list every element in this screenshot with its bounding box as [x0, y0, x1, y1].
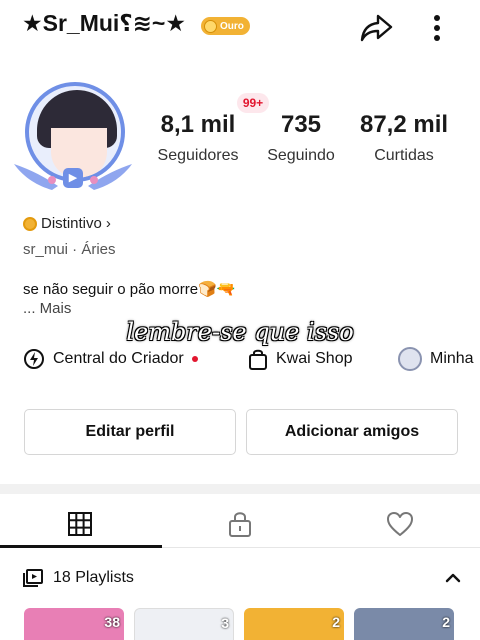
section-divider — [0, 484, 480, 494]
profile-username: ★Sr_Mui⸮≋~★ — [22, 10, 186, 36]
creator-center-link[interactable]: Central do Criador — [23, 344, 198, 374]
chevron-up-icon[interactable] — [442, 566, 464, 590]
add-friends-button[interactable]: Adicionar amigos — [246, 409, 458, 455]
followers-count: 8,1 mil — [160, 111, 236, 138]
play-icon: ▶ — [63, 168, 83, 188]
active-tab-indicator — [0, 545, 162, 548]
playlist-count: 38 — [104, 614, 120, 630]
edit-profile-button[interactable]: Editar perfil — [24, 409, 236, 455]
coin-icon — [204, 19, 217, 33]
grid-icon — [68, 512, 92, 536]
playlist-thumbnail[interactable]: 2 — [244, 608, 344, 640]
tab-videos[interactable] — [0, 500, 160, 548]
creator-center-label: Central do Criador — [53, 350, 184, 367]
new-indicator-dot — [191, 356, 198, 362]
likes-count: 87,2 mil — [359, 111, 449, 138]
profile-bio: se não seguir o pão morre🍞🔫 — [23, 281, 236, 298]
ouro-badge-label: Ouro — [220, 20, 244, 32]
playlist-icon — [23, 569, 43, 587]
playlist-thumbnail[interactable]: 38 — [24, 608, 124, 640]
distintivo-label: Distintivo — [41, 215, 102, 232]
playlist-thumbnail[interactable]: 3 — [134, 608, 234, 640]
lightning-icon — [24, 349, 44, 369]
playlist-count: 2 — [332, 614, 340, 630]
minha-link[interactable]: Minha — [398, 344, 474, 374]
following-label: Seguindo — [267, 147, 335, 164]
playlist-count: 2 — [442, 614, 450, 630]
ouro-badge[interactable]: Ouro — [201, 17, 250, 35]
chevron-right-icon: › — [105, 215, 111, 232]
kwai-shop-label: Kwai Shop — [276, 350, 353, 367]
share-icon[interactable] — [358, 10, 394, 46]
playlist-count: 3 — [221, 615, 229, 631]
profile-handle: sr_mui · Áries — [23, 241, 116, 258]
likes-stat[interactable]: 87,2 mil Curtidas — [352, 111, 456, 165]
following-count: 735 — [280, 111, 322, 138]
top-bar: ★Sr_Mui⸮≋~★ Ouro — [0, 0, 480, 56]
distintivo-link[interactable]: Distintivo › — [23, 215, 111, 232]
minha-label: Minha — [430, 350, 474, 367]
notification-badge: 99+ — [237, 93, 269, 113]
kwai-shop-link[interactable]: Kwai Shop — [248, 344, 353, 374]
mini-avatar — [398, 347, 422, 371]
profile-avatar[interactable]: ▶ — [12, 74, 134, 196]
bio-more-link[interactable]: ... Mais — [23, 300, 71, 317]
video-caption-overlay: lembre-se que isso — [126, 318, 354, 346]
distintivo-coin-icon — [23, 216, 37, 231]
profile-tabs — [0, 500, 480, 548]
following-stat[interactable]: 735 Seguindo — [258, 111, 344, 165]
tab-liked[interactable] — [320, 500, 480, 548]
followers-label: Seguidores — [157, 147, 239, 164]
heart-icon — [387, 512, 413, 536]
playlists-header[interactable]: 18 Playlists — [23, 566, 134, 590]
lock-icon — [229, 512, 251, 537]
followers-stat[interactable]: 8,1 mil Seguidores — [150, 111, 246, 165]
shopping-bag-icon — [249, 349, 267, 370]
playlist-thumbnail[interactable]: 2 — [354, 608, 454, 640]
likes-label: Curtidas — [374, 147, 434, 164]
tab-private[interactable] — [160, 500, 320, 548]
more-options-icon[interactable] — [425, 10, 449, 46]
playlists-label: 18 Playlists — [53, 569, 134, 586]
